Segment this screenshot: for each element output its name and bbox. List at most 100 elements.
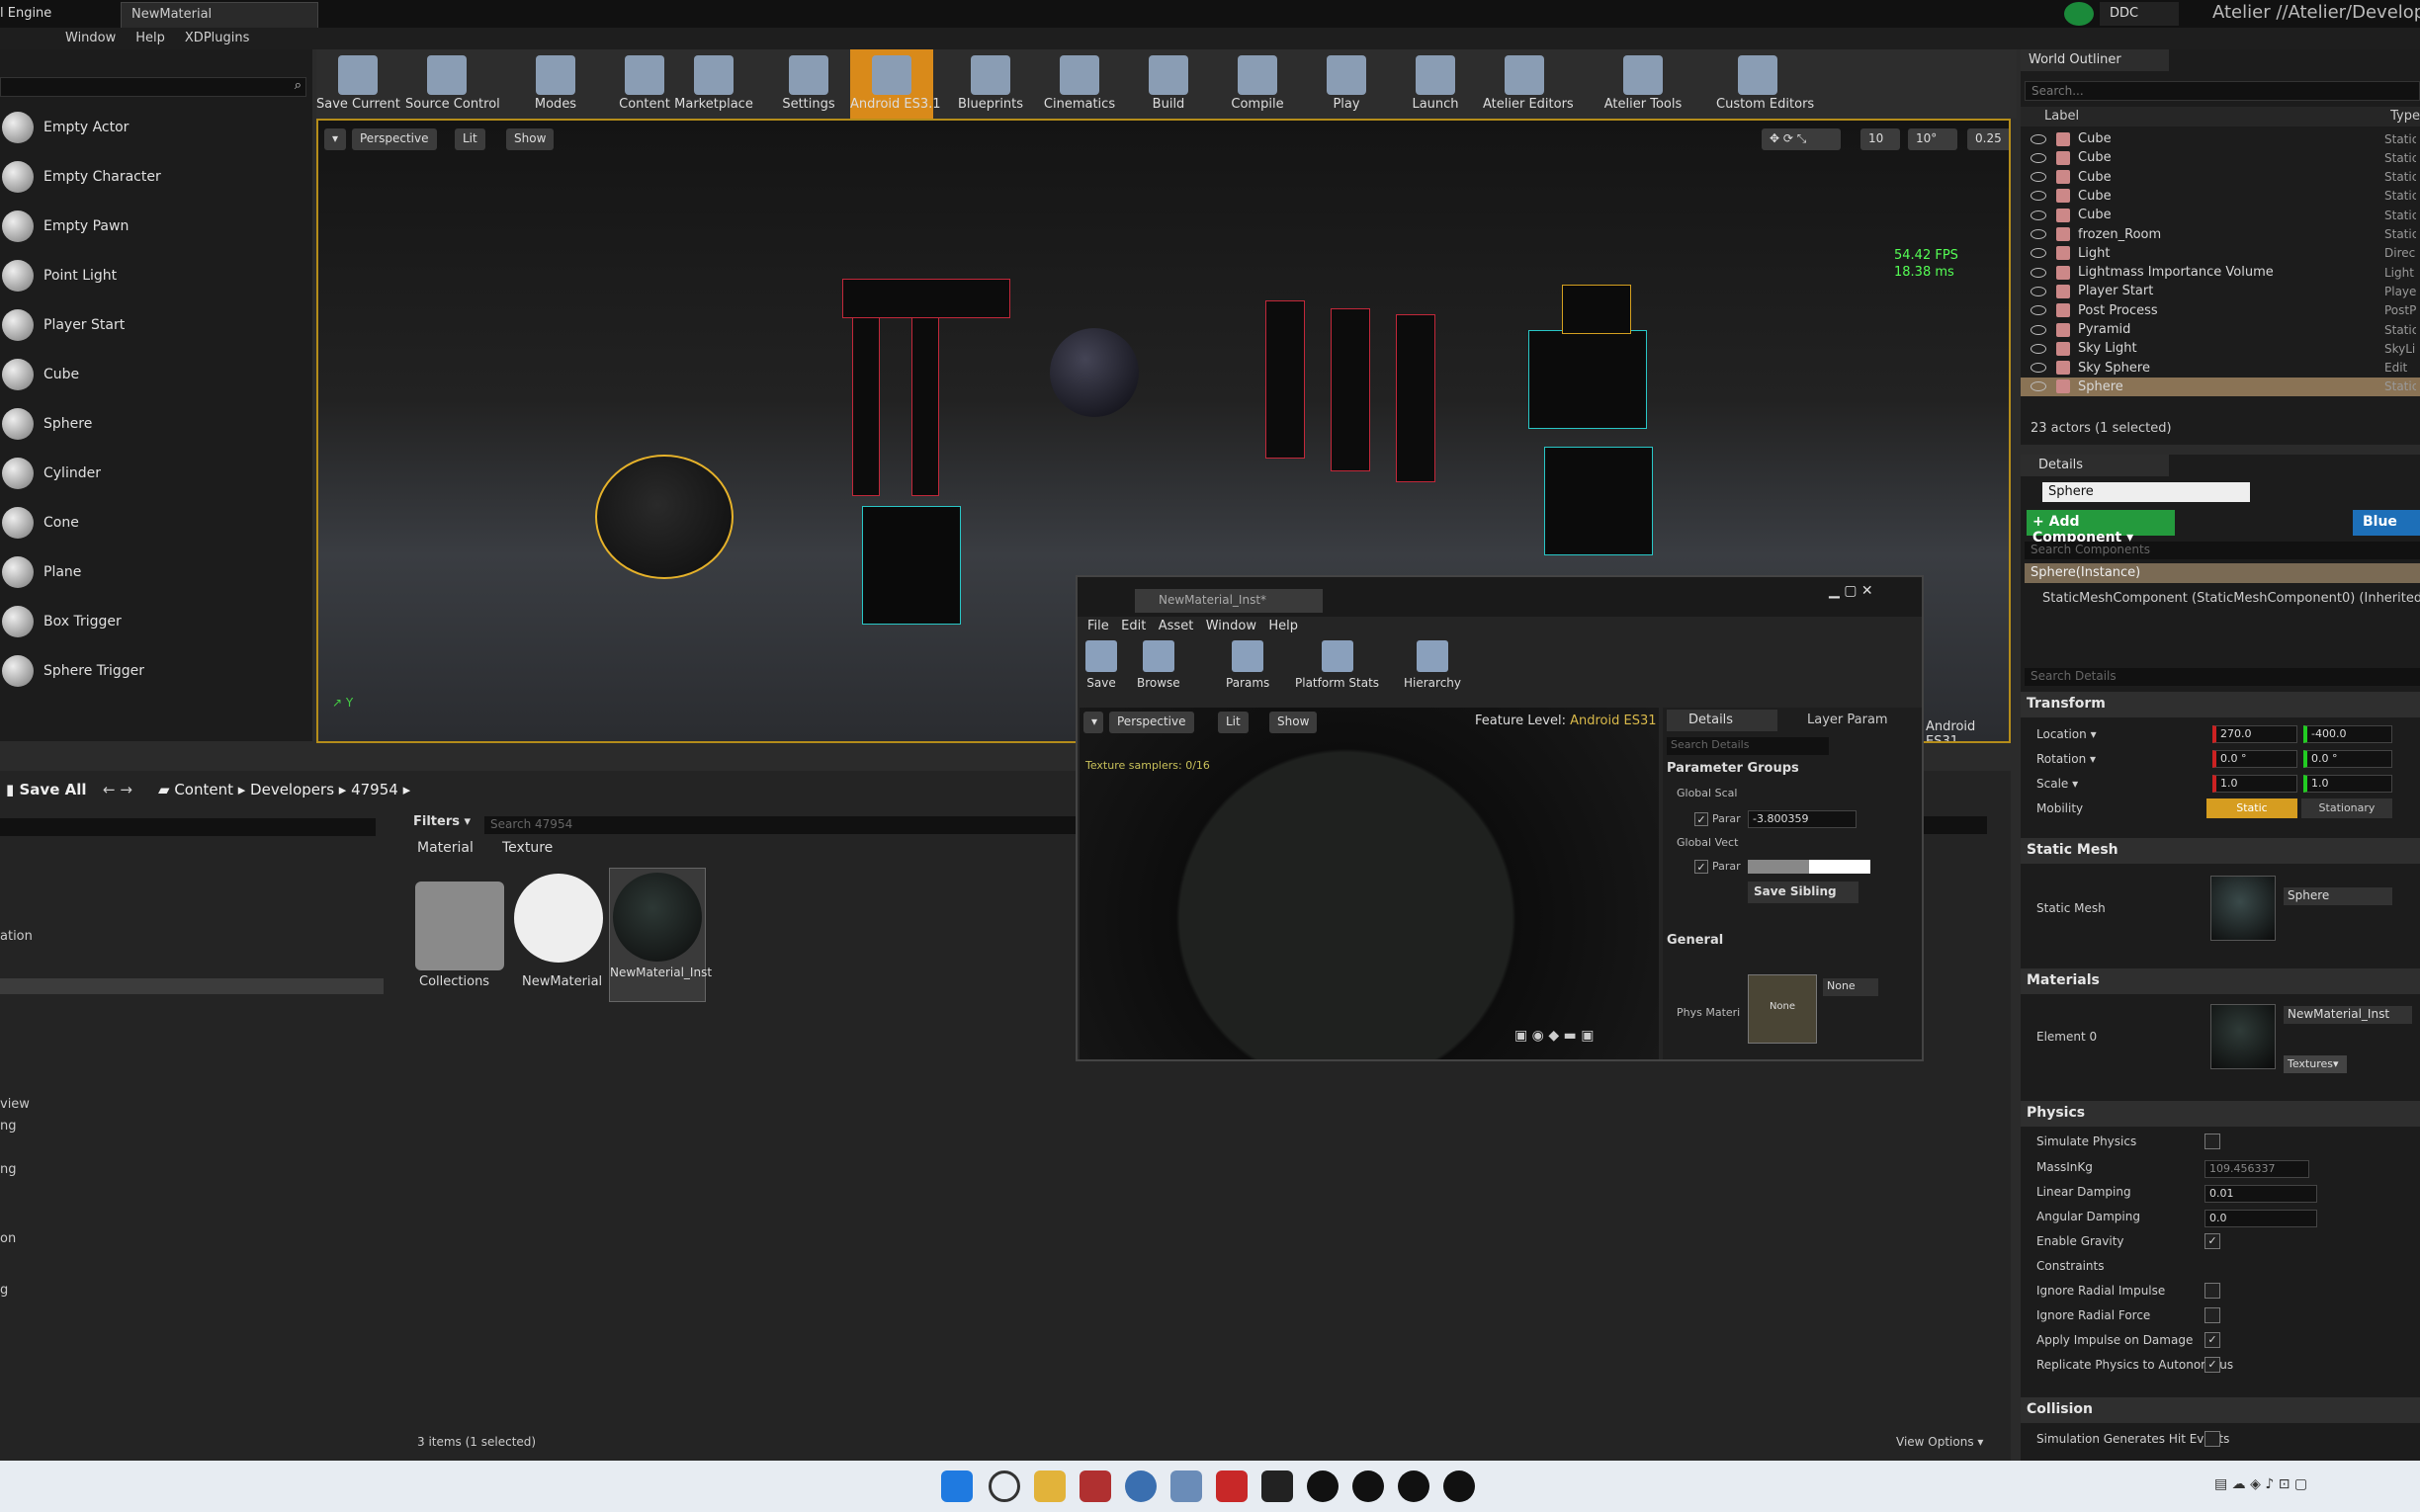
outliner-row[interactable]: Sphere Static xyxy=(2021,377,2420,396)
details-tab[interactable]: Details xyxy=(2021,455,2169,476)
visibility-eye-icon[interactable] xyxy=(2031,381,2046,392)
location-label[interactable]: Location ▾ xyxy=(2036,727,2097,741)
visibility-eye-icon[interactable] xyxy=(2031,210,2046,220)
visibility-eye-icon[interactable] xyxy=(2031,363,2046,374)
photos-icon[interactable] xyxy=(1170,1470,1202,1502)
crumb-content[interactable]: Content xyxy=(174,781,233,798)
filter-tab-material[interactable]: Material xyxy=(417,840,474,856)
outliner-row[interactable]: Cube Static xyxy=(2021,148,2420,167)
toolbar-button-custom-editors[interactable]: Custom Editors xyxy=(1716,49,1814,119)
save-sibling-button[interactable]: Save Sibling xyxy=(1748,882,1858,903)
arch-object[interactable] xyxy=(842,279,1010,318)
start-icon[interactable] xyxy=(941,1470,973,1502)
crumb-developers[interactable]: Developers xyxy=(250,781,334,798)
mobility-static-button[interactable]: Static xyxy=(2206,798,2297,818)
general-section[interactable]: General xyxy=(1667,933,1723,948)
view-options-button[interactable]: View Options ▾ xyxy=(1896,1435,1983,1449)
matwin-tool-save[interactable]: Save xyxy=(1085,640,1117,690)
cube-object[interactable] xyxy=(1528,330,1647,429)
matwin-menu-asset[interactable]: Asset xyxy=(1159,619,1194,633)
place-search-input[interactable]: ⌕ xyxy=(0,77,306,97)
scale-snap-value[interactable]: 0.25 xyxy=(1967,128,2009,150)
location-y-input[interactable]: -400.0 xyxy=(2303,725,2392,743)
mesh-thumbnail[interactable] xyxy=(2210,876,2276,941)
matwin-search-input[interactable]: Search Details xyxy=(1667,737,1829,755)
physics-apply_imp-checkbox[interactable]: ✓ xyxy=(2204,1332,2220,1348)
app-icon[interactable] xyxy=(1125,1470,1157,1502)
toolbar-button-play[interactable]: Play xyxy=(1305,49,1388,119)
scale-x-input[interactable]: 1.0 xyxy=(2212,775,2297,793)
selected-sphere[interactable] xyxy=(595,455,734,579)
scalar-param-checkbox[interactable]: ✓ xyxy=(1694,812,1708,826)
cube-object[interactable] xyxy=(862,506,961,625)
system-tray[interactable]: ▤ ☁ ◈ ♪ ⊡ ▢ xyxy=(2214,1476,2412,1496)
scalar-param-input[interactable]: -3.800359 xyxy=(1748,810,1857,828)
place-item[interactable]: Cone xyxy=(0,498,308,547)
matwin-menu-edit[interactable]: Edit xyxy=(1121,619,1146,633)
pillar-object[interactable] xyxy=(1331,308,1370,471)
outliner-row[interactable]: frozen_Room Static xyxy=(2021,225,2420,244)
unreal-engine-icon[interactable] xyxy=(1352,1470,1384,1502)
place-item[interactable]: Empty Character xyxy=(0,152,308,202)
physics-gravity-checkbox[interactable]: ✓ xyxy=(2204,1233,2220,1249)
col-type[interactable]: Type xyxy=(2390,109,2420,124)
visibility-eye-icon[interactable] xyxy=(2031,343,2046,354)
physics-replicate-checkbox[interactable]: ✓ xyxy=(2204,1357,2220,1373)
transform-tools[interactable]: ✥ ⟳ ⤡ xyxy=(1762,128,1841,150)
menu-window[interactable]: Window xyxy=(55,28,126,48)
newmaterial-thumbnail[interactable] xyxy=(514,874,603,963)
transform-section[interactable]: Transform xyxy=(2021,692,2420,717)
blueprint-button[interactable]: Blue xyxy=(2353,510,2420,536)
file-explorer-icon[interactable] xyxy=(1034,1470,1066,1502)
tab-newmaterial[interactable]: NewMaterial xyxy=(121,2,318,28)
outliner-row[interactable]: Cube Static xyxy=(2021,129,2420,148)
search-components-input[interactable]: Search Components xyxy=(2025,542,2420,559)
place-item[interactable]: Point Light xyxy=(0,251,308,300)
window-controls[interactable]: ▁ ▢ ✕ xyxy=(1829,583,1873,599)
collections-folder-icon[interactable] xyxy=(415,882,504,970)
sim-hit-checkbox[interactable] xyxy=(2204,1431,2220,1447)
global-vector-group[interactable]: Global Vect xyxy=(1677,836,1738,849)
angular-damping-input[interactable]: 0.0 xyxy=(2204,1210,2317,1227)
outliner-row[interactable]: Post Process PostP xyxy=(2021,301,2420,320)
matwin-tool-browse[interactable]: Browse xyxy=(1137,640,1180,690)
visibility-eye-icon[interactable] xyxy=(2031,191,2046,202)
mesh-picker[interactable]: Sphere xyxy=(2284,887,2392,905)
crumb-folder[interactable]: 47954 xyxy=(351,781,398,798)
search-icon[interactable] xyxy=(989,1470,1020,1502)
matwin-tab[interactable]: NewMaterial_Inst* xyxy=(1135,589,1323,613)
menu-xdplugins[interactable]: XDPlugins xyxy=(175,28,259,48)
material-picker[interactable]: NewMaterial_Inst xyxy=(2284,1006,2412,1024)
preview-mesh-buttons[interactable]: ▣ ◉ ◆ ▬ ▣ xyxy=(1514,1028,1653,1051)
rotation-y-input[interactable]: 0.0 ° xyxy=(2303,750,2392,768)
unreal-engine-icon[interactable] xyxy=(1443,1470,1475,1502)
toolbar-button-android[interactable]: Android ES3.1 xyxy=(850,49,941,119)
toolbar-button-blueprints[interactable]: Blueprints xyxy=(949,49,1032,119)
location-x-input[interactable]: 270.0 xyxy=(2212,725,2297,743)
visibility-eye-icon[interactable] xyxy=(2031,324,2046,335)
preview-lit-button[interactable]: Lit xyxy=(1218,712,1249,733)
save-all-button[interactable]: ▮ Save All xyxy=(6,781,86,798)
scale-label[interactable]: Scale ▾ xyxy=(2036,777,2078,791)
place-item[interactable]: Box Trigger xyxy=(0,597,308,646)
component-instance-row[interactable]: Sphere(Instance) xyxy=(2025,563,2420,583)
toolbar-button-cinematics[interactable]: Cinematics xyxy=(1038,49,1121,119)
unreal-engine-icon[interactable] xyxy=(1307,1470,1339,1502)
matwin-tool-hierarchy[interactable]: Hierarchy xyxy=(1404,640,1461,690)
material-thumbnail[interactable] xyxy=(2210,1004,2276,1069)
show-button[interactable]: Show xyxy=(506,128,555,150)
sphere-object[interactable] xyxy=(1050,328,1139,417)
toolbar-button-tools[interactable]: Atelier Tools xyxy=(1601,49,1685,119)
phys-material-picker[interactable]: None xyxy=(1823,978,1878,996)
search-details-input[interactable]: Search Details xyxy=(2025,668,2420,686)
folder-search-input[interactable] xyxy=(0,818,376,836)
viewport-options-button[interactable]: ▾ xyxy=(324,128,346,150)
toolbar-button-launch[interactable]: Launch xyxy=(1394,49,1477,119)
collision-section[interactable]: Collision xyxy=(2021,1397,2420,1423)
mobility-stationary-button[interactable]: Stationary xyxy=(2301,798,2392,818)
outliner-row[interactable]: Light Direc xyxy=(2021,244,2420,263)
filter-tab-texture[interactable]: Texture xyxy=(502,840,553,856)
folder-selected-row[interactable] xyxy=(0,978,384,994)
place-item[interactable]: Sphere Trigger xyxy=(0,646,308,696)
toolbar-button-settings[interactable]: Settings xyxy=(767,49,850,119)
